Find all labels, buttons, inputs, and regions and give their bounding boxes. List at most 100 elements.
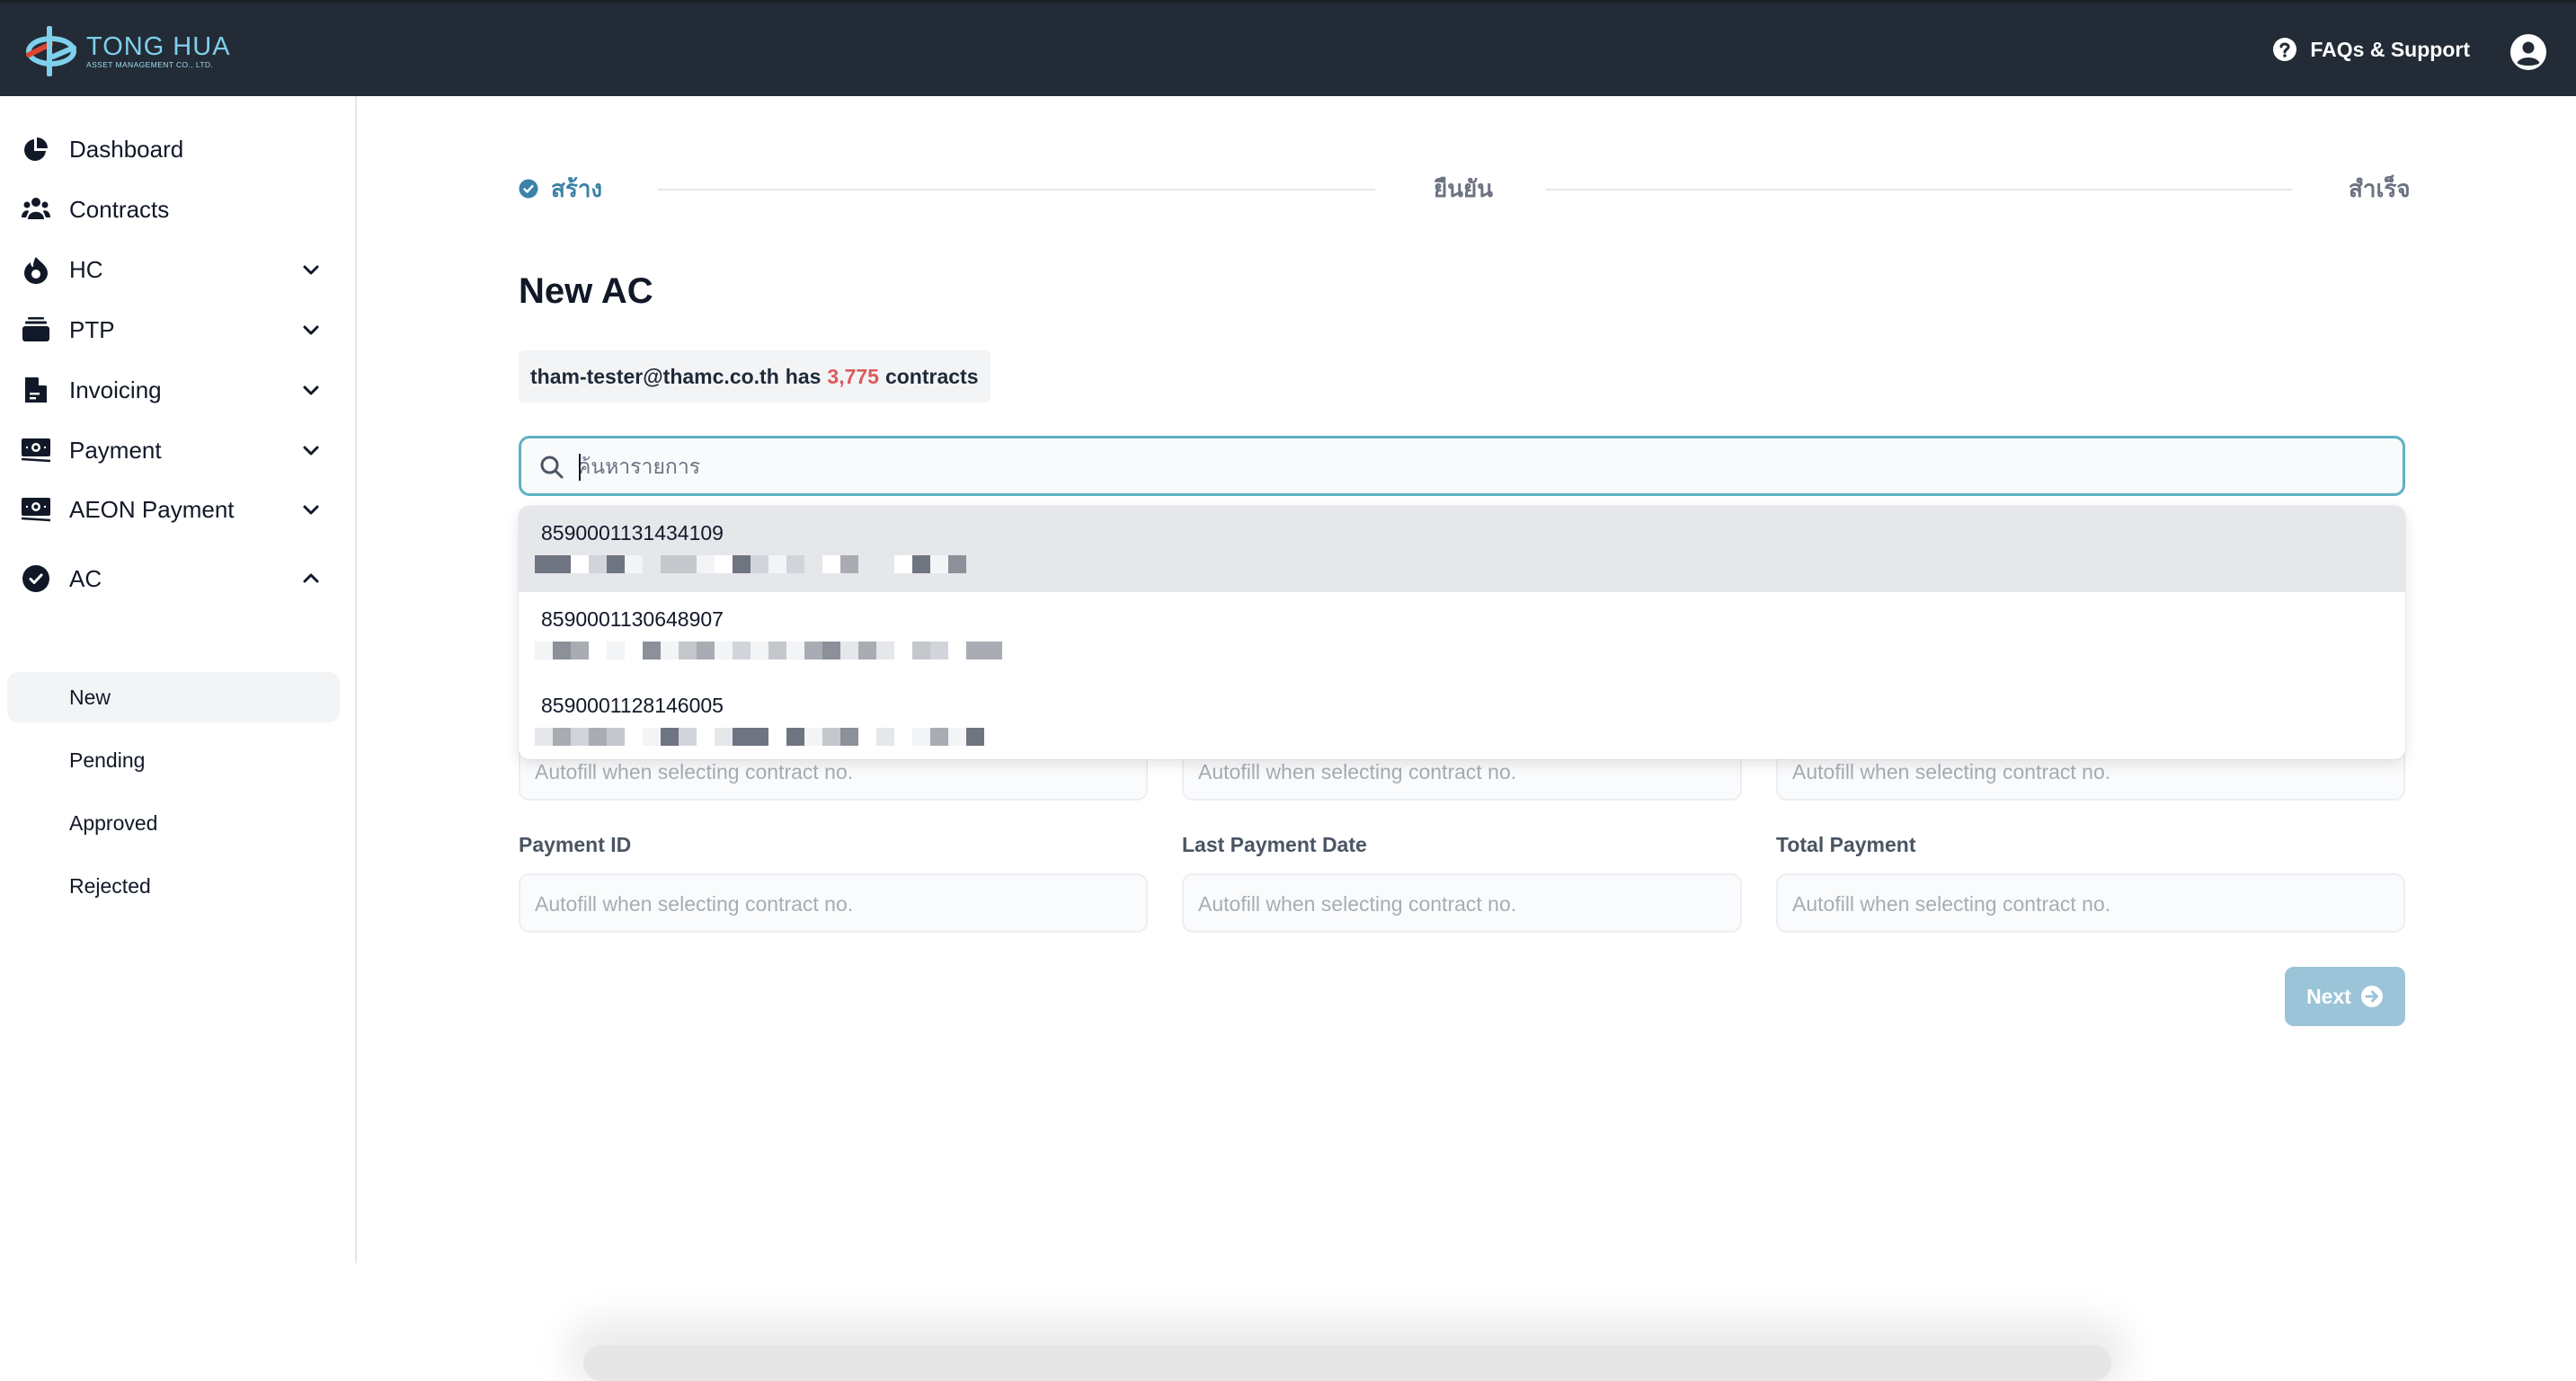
- redaction-block: [840, 728, 858, 746]
- user-email: tham-tester@thamc.co.th: [530, 365, 779, 389]
- redaction-block: [768, 728, 786, 746]
- redaction-block: [679, 555, 697, 573]
- redaction-block: [643, 555, 661, 573]
- sidebar-subitem-approved[interactable]: Approved: [7, 798, 340, 848]
- contract-search-input[interactable]: [577, 446, 2375, 487]
- bottom-panel-shadow: [583, 1345, 2111, 1381]
- total-payment-field[interactable]: [1776, 873, 2405, 933]
- chevron-up-icon[interactable]: [300, 568, 322, 589]
- redaction-block: [535, 728, 553, 746]
- redaction-block: [715, 642, 733, 660]
- chevron-down-icon[interactable]: [300, 499, 322, 520]
- total-payment-label: Total Payment: [1776, 833, 1916, 857]
- redaction-block: [930, 642, 948, 660]
- main-content: สร้าง ยืนยัน สำเร็จ New AC tham-tester@t…: [359, 96, 2576, 1263]
- redaction-block: [697, 555, 715, 573]
- sidebar-item-ac[interactable]: AC: [7, 553, 340, 604]
- redaction-block: [553, 642, 571, 660]
- company-logo[interactable]: TONG HUA ASSET MANAGEMENT CO., LTD.: [23, 24, 231, 78]
- chevron-down-icon[interactable]: [300, 379, 322, 401]
- redaction-block: [786, 728, 804, 746]
- redaction-block: [751, 728, 768, 746]
- step-success: สำเร็จ: [2349, 166, 2411, 211]
- redaction-block: [984, 642, 1002, 660]
- sidebar-item-aeon-payment[interactable]: AEON Payment: [7, 484, 340, 535]
- sidebar-subitem-rejected[interactable]: Rejected: [7, 861, 340, 911]
- redaction-block: [553, 555, 571, 573]
- chevron-down-icon[interactable]: [300, 259, 322, 280]
- sidebar-subitem-pending[interactable]: Pending: [7, 735, 340, 785]
- redacted-detail: [535, 555, 966, 573]
- next-button[interactable]: Next: [2285, 967, 2405, 1026]
- sidebar-item-hc[interactable]: HC: [7, 244, 340, 295]
- redaction-block: [948, 728, 966, 746]
- autofill-input[interactable]: [1792, 754, 2355, 790]
- check-circle-icon: [20, 562, 52, 595]
- arrow-right-circle-icon: [2360, 985, 2384, 1008]
- redaction-block: [697, 642, 715, 660]
- sidebar-label: AC: [69, 565, 102, 593]
- contract-search-box[interactable]: [519, 436, 2405, 496]
- redaction-block: [786, 555, 804, 573]
- stack-icon: [20, 314, 52, 346]
- banknote-icon: [20, 434, 52, 466]
- redaction-block: [571, 728, 589, 746]
- redaction-block: [768, 555, 786, 573]
- redaction-block: [822, 642, 840, 660]
- redaction-block: [715, 728, 733, 746]
- sidebar: Dashboard Contracts HC PTP Invoicing Pay…: [0, 96, 357, 1263]
- redaction-block: [715, 555, 733, 573]
- sidebar-item-payment[interactable]: Payment: [7, 425, 340, 475]
- dropdown-option[interactable]: 8590001128146005: [519, 678, 2405, 759]
- redaction-block: [912, 555, 930, 573]
- autofill-input[interactable]: [535, 754, 1097, 790]
- redaction-block: [858, 642, 876, 660]
- chevron-down-icon[interactable]: [300, 319, 322, 341]
- text-cursor: [579, 454, 581, 481]
- redaction-block: [535, 642, 553, 660]
- chevron-down-icon[interactable]: [300, 439, 322, 461]
- logo-title: TONG HUA: [86, 33, 231, 60]
- redaction-block: [804, 555, 822, 573]
- user-circle-icon[interactable]: [2509, 33, 2547, 71]
- redaction-block: [589, 728, 607, 746]
- sidebar-label: PTP: [69, 316, 115, 344]
- redaction-block: [607, 728, 625, 746]
- logo-subtitle: ASSET MANAGEMENT CO., LTD.: [86, 60, 231, 69]
- sidebar-item-ptp[interactable]: PTP: [7, 305, 340, 355]
- contract-number: 8590001130648907: [541, 607, 724, 632]
- redaction-block: [930, 728, 948, 746]
- redaction-block: [625, 642, 643, 660]
- redaction-block: [607, 555, 625, 573]
- last-payment-date-field[interactable]: [1182, 873, 1742, 933]
- faqs-support-link[interactable]: FAQs & Support: [2272, 37, 2470, 62]
- check-circle-icon: [519, 179, 538, 199]
- sidebar-item-contracts[interactable]: Contracts: [7, 184, 340, 235]
- sidebar-label: Dashboard: [69, 136, 183, 164]
- redaction-block: [894, 555, 912, 573]
- sidebar-item-dashboard[interactable]: Dashboard: [7, 124, 340, 174]
- redaction-block: [643, 728, 661, 746]
- payment-id-field[interactable]: [519, 873, 1148, 933]
- sidebar-sublabel: New: [69, 686, 111, 710]
- has-text: has: [786, 365, 822, 389]
- redaction-block: [733, 555, 751, 573]
- total-payment-input[interactable]: [1792, 886, 2355, 922]
- sidebar-subitem-new[interactable]: New: [7, 672, 340, 722]
- last-payment-date-label: Last Payment Date: [1182, 833, 1367, 857]
- search-icon: [539, 455, 564, 480]
- dropdown-option[interactable]: 8590001130648907: [519, 592, 2405, 678]
- payment-id-input[interactable]: [535, 886, 1097, 922]
- contract-number: 8590001128146005: [541, 694, 724, 718]
- dropdown-option[interactable]: 8590001131434109: [519, 506, 2405, 592]
- redaction-block: [768, 642, 786, 660]
- redaction-block: [571, 555, 589, 573]
- autofill-input[interactable]: [1198, 754, 1699, 790]
- contract-count-badge: tham-tester@thamc.co.th has 3,775 contra…: [519, 350, 990, 403]
- sidebar-sublabel: Pending: [69, 748, 145, 773]
- redaction-block: [948, 555, 966, 573]
- sidebar-item-invoicing[interactable]: Invoicing: [7, 365, 340, 415]
- redaction-block: [571, 642, 589, 660]
- redaction-block: [858, 555, 876, 573]
- last-payment-date-input[interactable]: [1198, 886, 1699, 922]
